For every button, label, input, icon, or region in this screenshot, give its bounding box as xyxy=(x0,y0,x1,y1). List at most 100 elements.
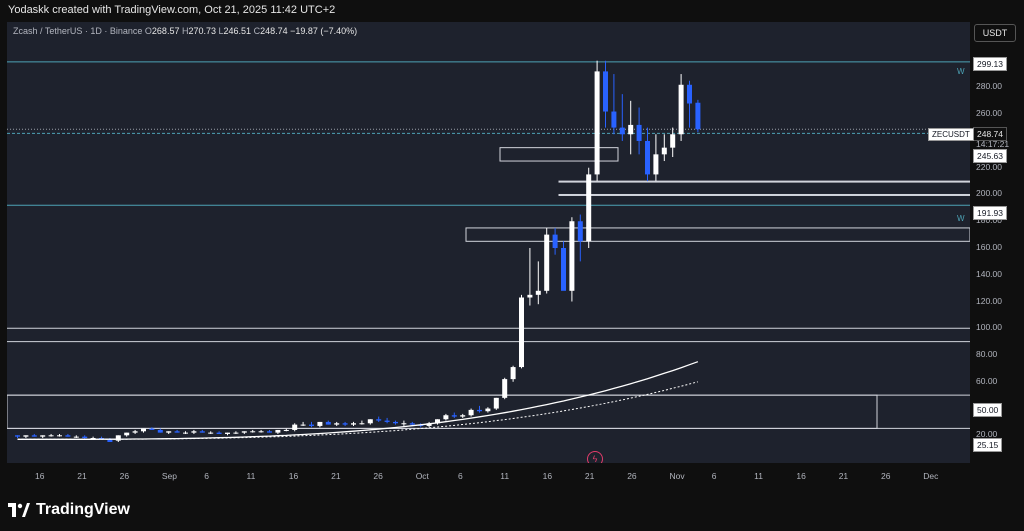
candle[interactable] xyxy=(535,290,541,295)
candle[interactable] xyxy=(233,432,239,434)
zone-box[interactable] xyxy=(465,227,970,242)
candlestick-chart[interactable] xyxy=(7,22,970,463)
candle[interactable] xyxy=(258,431,264,433)
candle[interactable] xyxy=(157,429,163,433)
currency-button[interactable]: USDT xyxy=(974,24,1016,42)
time-tick: 26 xyxy=(627,471,637,481)
time-tick: 6 xyxy=(204,471,209,481)
candle[interactable] xyxy=(292,424,298,430)
candle[interactable] xyxy=(191,431,197,433)
candle[interactable] xyxy=(695,102,701,130)
candle[interactable] xyxy=(40,435,46,437)
candle[interactable] xyxy=(342,423,348,425)
candle[interactable] xyxy=(31,435,37,437)
candle[interactable] xyxy=(619,127,625,135)
candle[interactable] xyxy=(628,124,634,135)
candle[interactable] xyxy=(544,234,550,291)
candle[interactable] xyxy=(183,432,188,434)
author-line: Yodaskk created with TradingView.com, Oc… xyxy=(8,4,336,16)
candle[interactable] xyxy=(687,84,692,104)
candle[interactable] xyxy=(82,436,88,438)
candle[interactable] xyxy=(309,424,314,426)
candle[interactable] xyxy=(485,408,491,412)
candle[interactable] xyxy=(653,154,659,175)
candle[interactable] xyxy=(267,431,272,433)
candle[interactable] xyxy=(611,111,617,128)
candle[interactable] xyxy=(451,415,457,417)
time-tick: 16 xyxy=(542,471,553,481)
zone-box[interactable] xyxy=(499,147,619,162)
time-tick: 11 xyxy=(754,471,763,481)
candle[interactable] xyxy=(594,71,600,175)
price-tick: 80.00 xyxy=(976,349,998,360)
candle[interactable] xyxy=(250,431,256,433)
candle[interactable] xyxy=(15,435,20,437)
candle[interactable] xyxy=(519,297,524,368)
chart-area[interactable]: Zcash / TetherUS · 1D · Binance O268.57 … xyxy=(7,22,970,463)
candle[interactable] xyxy=(367,419,373,424)
candle[interactable] xyxy=(325,421,331,425)
candle[interactable] xyxy=(225,432,230,434)
candle[interactable] xyxy=(166,431,172,433)
candle[interactable] xyxy=(569,221,575,291)
candle[interactable] xyxy=(73,436,79,438)
zone-box[interactable] xyxy=(558,193,970,196)
candle[interactable] xyxy=(384,420,390,422)
candle[interactable] xyxy=(468,409,474,416)
candle[interactable] xyxy=(57,435,62,437)
candle[interactable] xyxy=(561,248,566,291)
candle[interactable] xyxy=(115,435,121,441)
candle[interactable] xyxy=(502,379,508,398)
candle[interactable] xyxy=(241,431,247,433)
candle[interactable] xyxy=(132,431,138,433)
time-tick: Nov xyxy=(669,471,685,481)
candle[interactable] xyxy=(670,134,676,148)
candle[interactable] xyxy=(317,421,323,426)
candle[interactable] xyxy=(493,397,499,409)
candle[interactable] xyxy=(48,435,54,437)
candle[interactable] xyxy=(124,432,130,436)
candle[interactable] xyxy=(141,428,146,432)
candle[interactable] xyxy=(351,423,356,425)
candle[interactable] xyxy=(216,432,222,434)
candle[interactable] xyxy=(376,419,382,421)
candle[interactable] xyxy=(275,429,281,433)
top-bar: Yodaskk created with TradingView.com, Oc… xyxy=(0,0,1024,22)
candle[interactable] xyxy=(577,221,583,242)
candle[interactable] xyxy=(527,294,533,298)
candle[interactable] xyxy=(65,435,71,437)
zone-box[interactable] xyxy=(7,394,878,429)
price-tick: 220.00 xyxy=(976,161,1002,172)
time-tick: 6 xyxy=(711,471,717,481)
price-axis[interactable]: 280.00 260.00 220.00 200.00 180.00 160.00 140.… xyxy=(970,22,1024,463)
candle[interactable] xyxy=(510,367,516,380)
candle[interactable] xyxy=(359,423,365,425)
candle[interactable] xyxy=(300,424,306,426)
candle[interactable] xyxy=(678,84,684,135)
candle[interactable] xyxy=(603,71,608,112)
candle[interactable] xyxy=(283,429,289,431)
tradingview-logo[interactable]: TradingView xyxy=(8,501,130,519)
time-tick: 21 xyxy=(584,471,595,481)
candle[interactable] xyxy=(23,435,29,437)
candle[interactable] xyxy=(393,421,398,424)
candle[interactable] xyxy=(443,415,449,420)
candle[interactable] xyxy=(334,423,340,425)
time-tick: Dec xyxy=(923,471,939,481)
candle[interactable] xyxy=(409,423,415,425)
candle[interactable] xyxy=(460,415,466,417)
zone-box[interactable] xyxy=(558,180,970,183)
candle[interactable] xyxy=(636,124,642,141)
candle[interactable] xyxy=(208,432,214,434)
candle[interactable] xyxy=(149,428,155,430)
candle[interactable] xyxy=(401,423,407,425)
time-axis[interactable]: 16 21 26 Sep 6 11 16 21 26 Oct 6 11 16 21 26 Nov 6 11 16 21… xyxy=(7,463,970,487)
candle[interactable] xyxy=(645,140,650,175)
candle[interactable] xyxy=(199,431,205,433)
candle[interactable] xyxy=(174,431,180,433)
candle[interactable] xyxy=(552,234,558,248)
candle[interactable] xyxy=(586,174,592,242)
candle[interactable] xyxy=(661,147,667,155)
candle[interactable] xyxy=(477,409,482,412)
time-tick: 26 xyxy=(881,471,891,481)
